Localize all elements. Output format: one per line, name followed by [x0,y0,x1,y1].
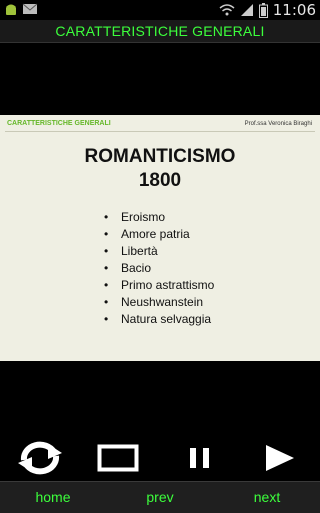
list-item: • Libertà [104,244,158,258]
app-title: CARATTERISTICHE GENERALI [55,23,265,39]
pause-button[interactable] [170,435,230,481]
slide-title: ROMANTICISMO 1800 [0,145,320,193]
list-item: • Amore patria [104,227,190,241]
pause-icon [190,448,209,468]
stop-button[interactable] [88,435,148,481]
stop-icon [97,444,139,472]
home-button[interactable]: home [0,482,106,513]
android-icon [6,4,16,15]
app-title-bar: CARATTERISTICHE GENERALI [0,20,320,43]
list-item: • Natura selvaggia [104,312,212,326]
refresh-button[interactable] [10,435,70,481]
list-item: • Bacio [104,261,152,275]
signal-icon [240,4,253,16]
play-button[interactable] [250,435,310,481]
slide-header-title: CARATTERISTICHE GENERALI [7,120,111,127]
refresh-icon [18,441,62,475]
clock: 11:06 [272,1,316,19]
slide-view: CARATTERISTICHE GENERALI Prof.ssa Veroni… [0,115,320,361]
list-item: • Primo astrattismo [104,278,215,292]
email-icon [22,3,38,14]
bottom-nav: home prev next [0,481,320,513]
list-item: • Eroismo [104,210,166,224]
slide-title-line2: 1800 [138,170,182,191]
wifi-icon [219,4,235,16]
list-item: • Neushwanstein [104,295,204,309]
slide-author: Prof.ssa Veronica Biraghi [244,121,312,127]
next-button[interactable]: next [214,482,320,513]
battery-icon [258,2,268,18]
status-bar: 11:06 [0,0,320,20]
bullet-list: • Eroismo • Amore patria • Libertà • Bacio •… [104,209,214,328]
prev-button[interactable]: prev [107,482,213,513]
slide-title-line1: ROMANTICISMO [84,146,236,167]
slide-divider [5,131,315,132]
playback-controls [0,435,320,481]
play-icon [266,445,294,471]
